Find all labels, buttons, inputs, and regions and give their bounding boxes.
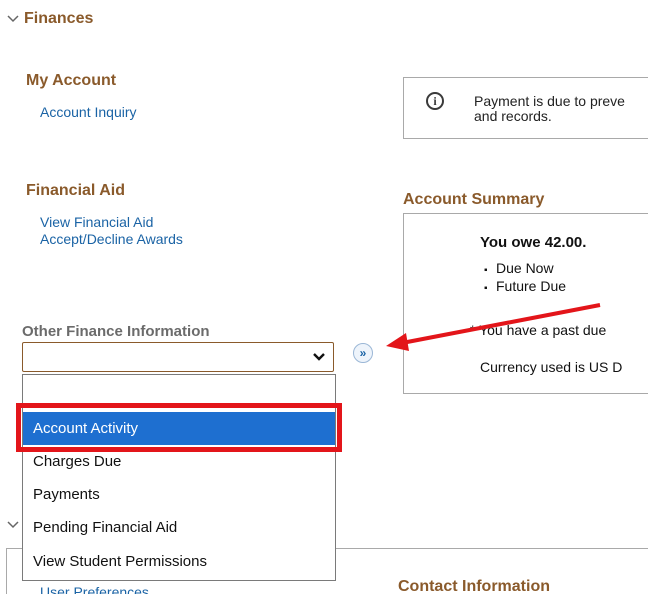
- dropdown-option-pending-financial-aid[interactable]: Pending Financial Aid: [23, 511, 335, 544]
- double-chevron-right-icon: »: [359, 346, 367, 360]
- finances-section-header[interactable]: Finances: [6, 10, 93, 28]
- other-finance-select[interactable]: [22, 342, 334, 372]
- chevron-down-icon[interactable]: [6, 518, 20, 532]
- info-icon: i: [426, 92, 444, 110]
- other-finance-label: Other Finance Information: [22, 323, 210, 340]
- currency-note: Currency used is US D: [480, 359, 623, 375]
- account-summary-title: Account Summary: [403, 191, 545, 208]
- accept-decline-awards-link[interactable]: Accept/Decline Awards: [40, 231, 183, 247]
- section-title: Finances: [24, 10, 94, 27]
- go-button[interactable]: »: [353, 343, 373, 363]
- account-summary-box: You owe 42.00. Due Now Future Due * You …: [403, 213, 648, 394]
- view-financial-aid-link[interactable]: View Financial Aid: [40, 214, 153, 230]
- chevron-down-icon: [7, 15, 19, 23]
- contact-information-title: Contact Information: [398, 578, 550, 594]
- due-now-item: Due Now: [484, 260, 554, 279]
- notice-line-2: and records.: [474, 108, 552, 124]
- financial-aid-title: Financial Aid: [26, 182, 125, 199]
- dropdown-option-charges-due[interactable]: Charges Due: [23, 445, 335, 478]
- other-finance-dropdown-list[interactable]: Account Activity Charges Due Payments Pe…: [22, 374, 336, 581]
- my-account-title: My Account: [26, 72, 117, 89]
- dropdown-option-account-activity[interactable]: Account Activity: [23, 412, 335, 445]
- user-preferences-link[interactable]: User Preferences: [40, 584, 149, 594]
- finances-page: Finances My Account Account Inquiry Fina…: [0, 0, 648, 594]
- dropdown-option-payments[interactable]: Payments: [23, 478, 335, 511]
- future-due-item: Future Due: [484, 278, 566, 297]
- account-inquiry-link[interactable]: Account Inquiry: [40, 104, 137, 120]
- notice-line-1: Payment is due to preve: [474, 93, 625, 109]
- amount-owed: You owe 42.00.: [480, 234, 587, 251]
- notice-text: Payment is due to preve and records.: [474, 94, 625, 124]
- chevron-down-icon: [313, 353, 325, 361]
- dropdown-option-blank[interactable]: [23, 375, 335, 408]
- dropdown-option-view-student-permissions[interactable]: View Student Permissions: [23, 545, 335, 578]
- past-due-notice: * You have a past due: [470, 322, 607, 338]
- payment-notice-box: i Payment is due to preve and records.: [403, 77, 648, 139]
